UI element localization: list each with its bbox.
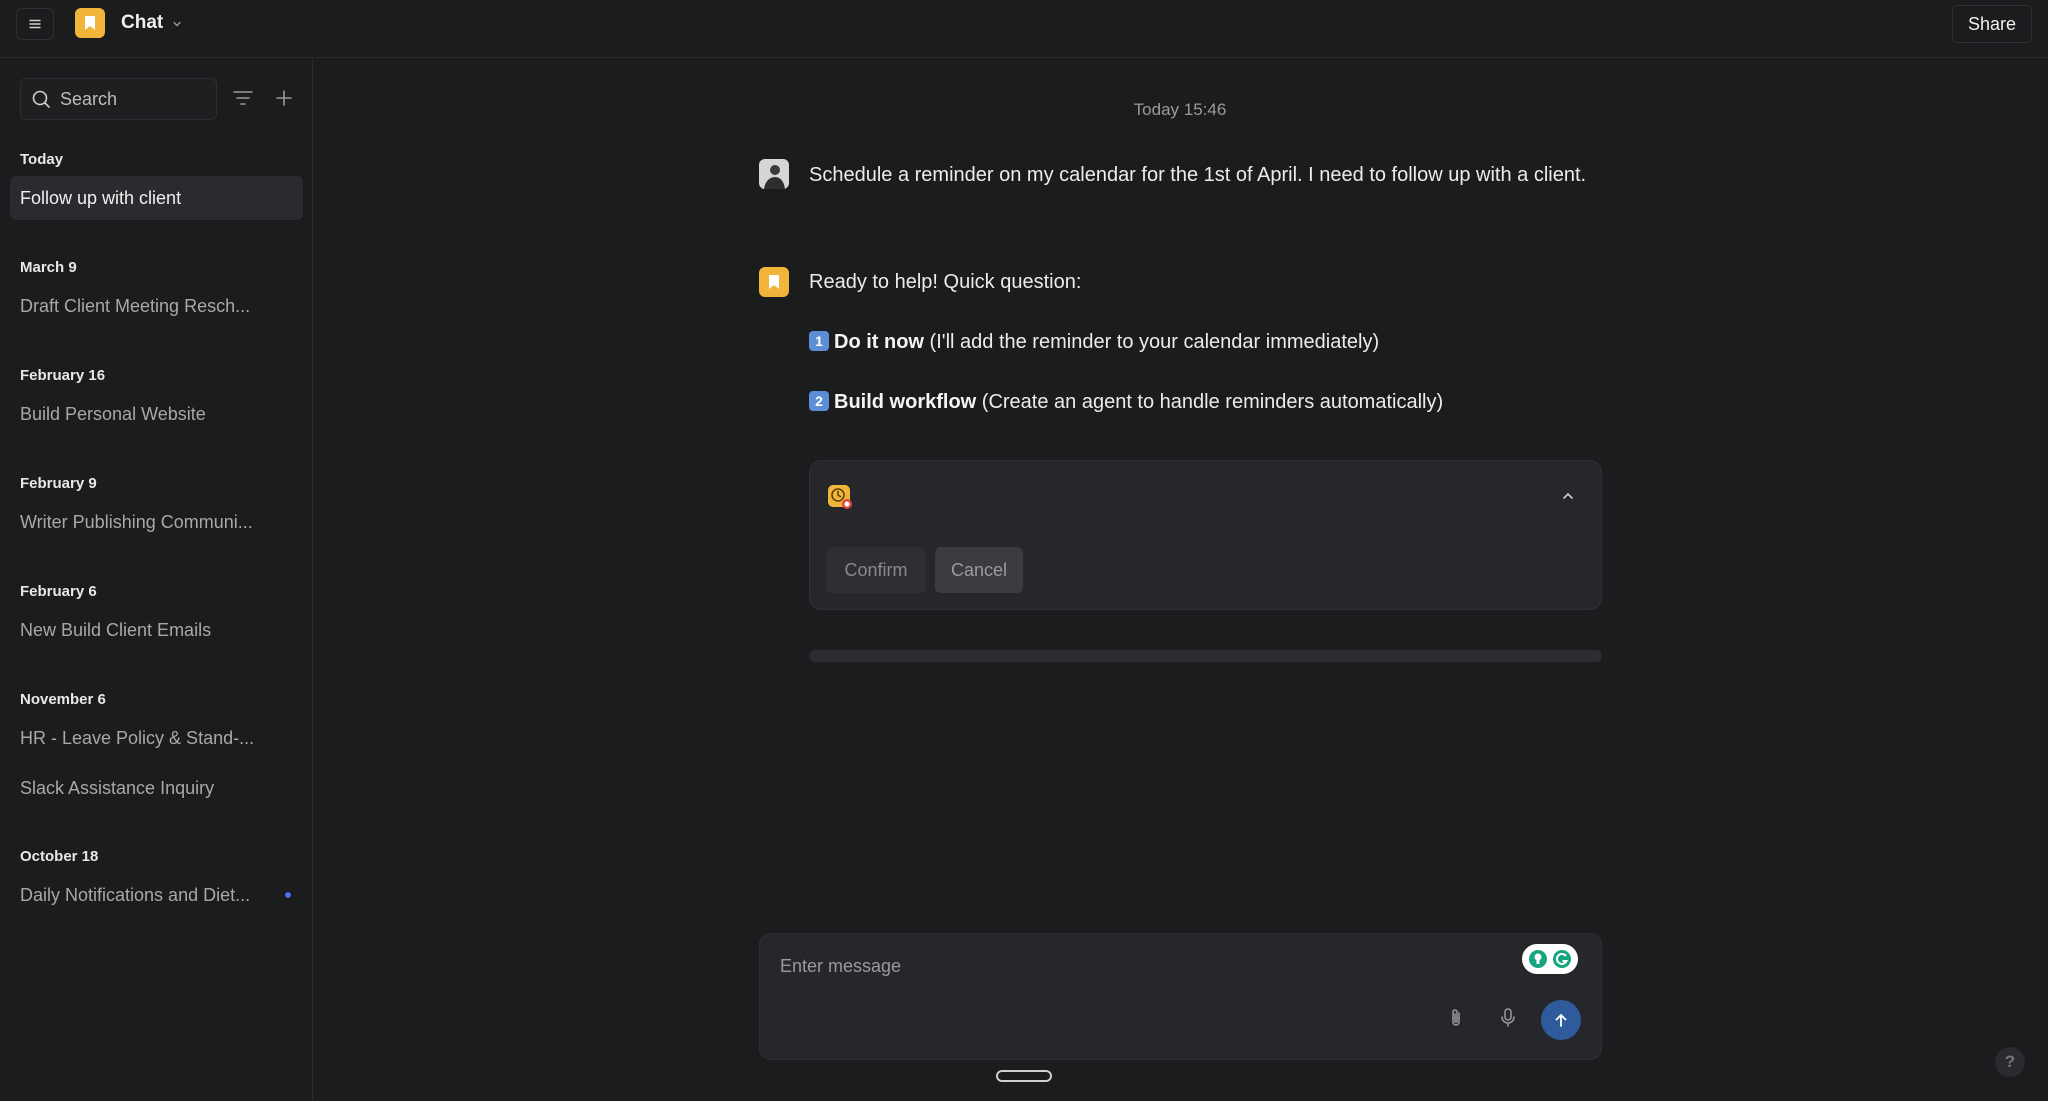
conversation-item[interactable]: HR - Leave Policy & Stand-... — [10, 716, 303, 760]
conversation-title: Follow up with client — [20, 187, 182, 208]
search-input[interactable] — [60, 88, 200, 110]
hamburger-icon — [29, 19, 41, 29]
assistant-intro: Ready to help! Quick question: — [809, 271, 1082, 293]
group-label: February 16 — [20, 367, 106, 384]
conversation-title: Draft Client Meeting Resch... — [20, 295, 251, 316]
assistant-avatar — [759, 267, 789, 297]
conversation-item[interactable]: Draft Client Meeting Resch... — [10, 284, 303, 328]
option-description: (Create an agent to handle reminders aut… — [981, 391, 1444, 413]
lightbulb-icon — [1529, 950, 1547, 968]
conversation-title: New Build Client Emails — [20, 619, 212, 640]
calendar-tool-icon — [828, 485, 852, 509]
search-box[interactable] — [20, 78, 217, 120]
message-composer — [759, 933, 1602, 1060]
help-button[interactable]: ? — [1995, 1047, 2025, 1077]
conversation-item[interactable]: New Build Client Emails — [10, 608, 303, 652]
group-label: February 9 — [20, 475, 97, 492]
grammarly-badge[interactable] — [1522, 944, 1578, 974]
option-1: 1 Do it now (I'll add the reminder to you… — [809, 327, 1379, 357]
filter-icon[interactable] — [231, 86, 255, 110]
group-label: Today — [20, 151, 64, 168]
drag-handle[interactable] — [996, 1070, 1052, 1082]
progress-bar — [809, 650, 1602, 662]
arrow-up-icon — [1555, 1013, 1567, 1027]
grammarly-icon — [1553, 950, 1571, 968]
conversation-item[interactable]: Follow up with client — [10, 176, 303, 220]
conversation-title: Build Personal Website — [20, 403, 206, 424]
menu-button[interactable] — [16, 8, 54, 40]
top-bar: Chat Share — [0, 0, 2048, 58]
user-message: Schedule a reminder on my calendar for t… — [809, 164, 1587, 186]
sidebar: Today Follow up with client March 9 Draf… — [0, 58, 313, 1101]
bookmark-icon — [769, 275, 779, 289]
conversation-title: Writer Publishing Communi... — [20, 511, 253, 532]
cancel-button[interactable]: Cancel — [935, 547, 1023, 593]
option-2: 2 Build workflow (Create an agent to hand… — [809, 387, 1443, 417]
message-input[interactable] — [780, 956, 1480, 977]
conversation-item[interactable]: Writer Publishing Communi... — [10, 500, 303, 544]
bookmark-icon — [85, 16, 95, 30]
app-title: Chat — [121, 12, 164, 33]
group-label: November 6 — [20, 691, 106, 708]
group-label: March 9 — [20, 259, 77, 276]
option-number-badge: 2 — [809, 391, 829, 411]
app-switcher[interactable]: Chat — [121, 12, 183, 34]
conversation-item[interactable]: Build Personal Website — [10, 392, 303, 436]
conversation-title: HR - Leave Policy & Stand-... — [20, 727, 255, 748]
app-logo — [75, 8, 105, 38]
user-photo-icon — [759, 159, 789, 189]
message-timestamp: Today 15:46 — [1133, 100, 1227, 119]
confirm-button[interactable]: Confirm — [826, 547, 926, 593]
unread-indicator — [285, 892, 291, 898]
option-title: Do it now — [834, 331, 924, 353]
option-number-badge: 1 — [809, 331, 829, 351]
user-avatar — [759, 159, 789, 189]
conversation-title: Slack Assistance Inquiry — [20, 777, 215, 798]
chevron-up-icon[interactable] — [1559, 487, 1577, 505]
option-title: Build workflow — [834, 391, 977, 413]
search-icon — [32, 90, 50, 108]
send-button[interactable] — [1541, 1000, 1581, 1040]
share-button[interactable]: Share — [1951, 5, 2032, 43]
conversation-item[interactable]: Daily Notifications and Diet... — [10, 873, 303, 917]
new-chat-icon[interactable] — [272, 86, 296, 110]
group-label: February 6 — [20, 583, 97, 600]
conversation-item[interactable]: Slack Assistance Inquiry — [10, 766, 303, 810]
action-card: Confirm Cancel — [809, 460, 1602, 610]
group-label: October 18 — [20, 848, 99, 865]
option-description: (I'll add the reminder to your calendar … — [929, 331, 1380, 353]
paperclip-icon[interactable] — [1444, 1006, 1468, 1030]
microphone-icon[interactable] — [1496, 1006, 1520, 1030]
chevron-down-icon — [173, 21, 181, 27]
conversation-title: Daily Notifications and Diet... — [20, 884, 251, 905]
